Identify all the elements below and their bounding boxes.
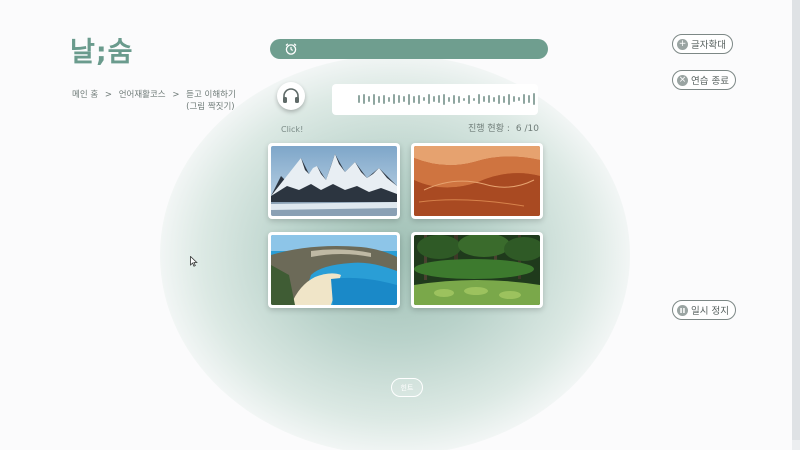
close-icon: × <box>677 74 688 86</box>
breadcrumb-current: 듣고 이해하기 (그림 짝짓기) <box>186 89 240 113</box>
progress-status: 진행 현황 : 6 /10 <box>468 121 539 134</box>
text-zoom-button[interactable]: + 글자확대 <box>672 34 733 54</box>
progress-value: 6 /10 <box>515 124 539 134</box>
breadcrumb-current-line2: (그림 짝짓기) <box>186 102 235 112</box>
breadcrumb-home[interactable]: 메인 홈 <box>72 90 98 100</box>
snowy-mountain-image <box>271 146 397 216</box>
timer-bar <box>270 39 548 59</box>
choice-card-3[interactable] <box>268 232 400 308</box>
end-practice-label: 연습 종료 <box>691 76 729 87</box>
headphones-icon <box>283 88 299 103</box>
progress-label: 진행 현황 : <box>468 124 510 134</box>
plus-icon: + <box>677 38 688 50</box>
play-audio-button[interactable] <box>277 82 305 110</box>
choice-card-4[interactable] <box>411 232 543 308</box>
beach-cove-image <box>271 235 397 305</box>
breadcrumb: 메인 홈 > 언어재활코스 > 듣고 이해하기 (그림 짝짓기) <box>72 89 244 113</box>
alarm-clock-icon <box>285 43 297 55</box>
scrollbar-track[interactable] <box>792 0 800 450</box>
breadcrumb-course[interactable]: 언어재활코스 <box>119 90 166 100</box>
breadcrumb-separator: > <box>104 90 112 100</box>
desert-dunes-image <box>414 146 540 216</box>
audio-waveform-box <box>332 84 538 115</box>
breadcrumb-current-line1: 듣고 이해하기 <box>186 90 236 100</box>
choice-card-2[interactable] <box>411 143 543 219</box>
rainforest-image <box>414 235 540 305</box>
click-label: Click! <box>281 125 304 134</box>
mouse-cursor-icon <box>190 256 198 267</box>
text-zoom-label: 글자확대 <box>691 40 726 51</box>
hint-button[interactable]: 힌트 <box>391 378 423 397</box>
app-logo[interactable]: 날;숨 <box>70 30 133 69</box>
pause-label: 일시 정지 <box>691 306 729 317</box>
scrollbar-thumb[interactable] <box>792 0 800 440</box>
choice-card-1[interactable] <box>268 143 400 219</box>
pause-button[interactable]: 일시 정지 <box>672 300 736 320</box>
pause-icon <box>677 304 688 316</box>
audio-waveform <box>358 93 535 105</box>
end-practice-button[interactable]: × 연습 종료 <box>672 70 736 90</box>
breadcrumb-separator: > <box>172 90 180 100</box>
